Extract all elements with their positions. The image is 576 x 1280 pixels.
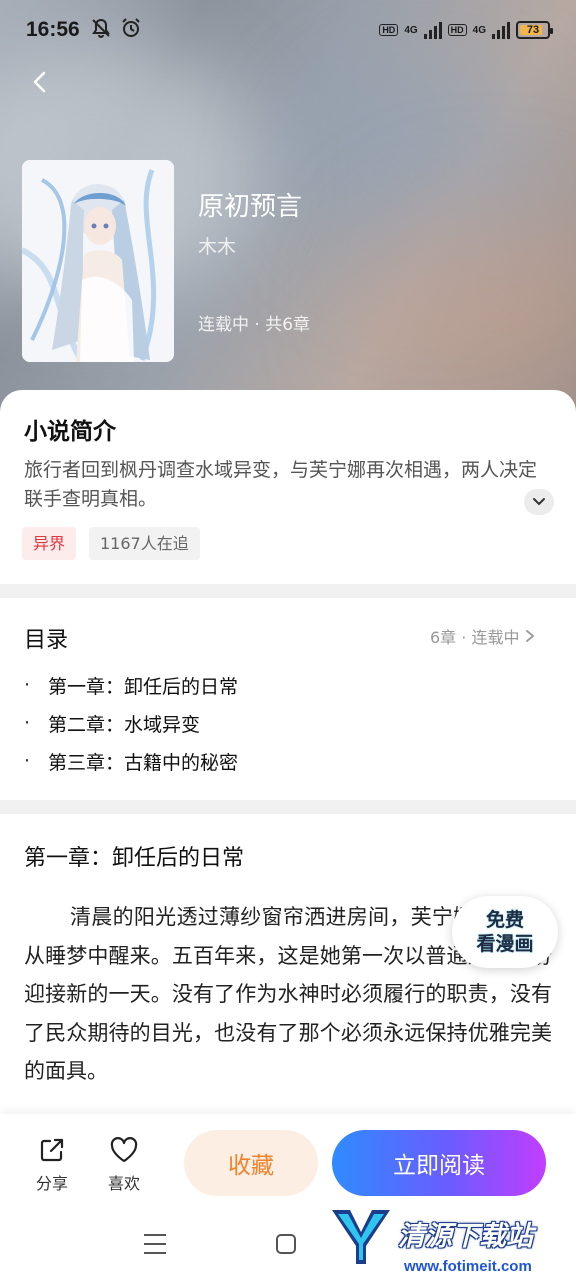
share-label: 分享 xyxy=(35,1174,68,1193)
signal-strength-icon xyxy=(423,21,442,39)
intro-text: 旅行者回到枫丹调查水域异变，与芙宁娜再次相遇，两人决定联手查明真相。 xyxy=(24,459,538,510)
signal-strength-icon-2 xyxy=(492,21,510,39)
chevron-left-icon xyxy=(33,71,46,93)
battery-level: 73 xyxy=(526,24,540,36)
book-title: 原初预言 xyxy=(198,192,303,222)
section-divider xyxy=(0,584,576,598)
book-author[interactable]: 木木 xyxy=(198,232,236,259)
hd-icon-2: HD xyxy=(447,24,467,36)
status-time: 16:56 xyxy=(26,18,80,41)
alarm-clock-icon xyxy=(120,17,142,43)
toc-meta-text: 6章 · 连载中 xyxy=(430,628,520,647)
free-comic-line2: 看漫画 xyxy=(476,933,534,955)
toc-heading: 目录 xyxy=(24,628,69,653)
intro-heading: 小说简介 xyxy=(24,419,116,445)
followers-tag: 1167人在追 xyxy=(89,527,200,560)
network-type-label-2: 4G xyxy=(472,24,486,36)
favorite-button[interactable]: 收藏 xyxy=(184,1130,318,1196)
chevron-right-icon xyxy=(526,630,535,642)
toc-more-link[interactable]: 6章 · 连载中 xyxy=(430,624,535,648)
read-now-button[interactable]: 立即阅读 xyxy=(332,1130,546,1196)
mute-bell-icon xyxy=(90,17,112,43)
status-bar: 16:56 HD 4G HD 4G 73 xyxy=(0,0,576,60)
back-button[interactable] xyxy=(22,64,58,100)
bottom-action-bar: 分享 喜欢 收藏 立即阅读 xyxy=(0,1114,576,1214)
like-label: 喜欢 xyxy=(107,1174,140,1193)
watermark-logo-icon xyxy=(330,1206,392,1268)
genre-tag[interactable]: 异界 xyxy=(22,527,77,560)
hd-icon: HD xyxy=(379,24,399,36)
watermark-name: 清源下载站 xyxy=(398,1221,533,1252)
toc-list: · 第一章：卸任后的日常 · 第二章：水域异变 · 第三章：古籍中的秘密 xyxy=(24,666,238,780)
toc-item[interactable]: · 第三章：古籍中的秘密 xyxy=(24,742,238,780)
section-divider-2 xyxy=(0,800,576,814)
heart-icon xyxy=(110,1137,138,1163)
home-icon[interactable] xyxy=(276,1234,296,1254)
network-type-label: 4G xyxy=(404,24,418,36)
share-icon xyxy=(40,1138,64,1162)
book-cover-image[interactable] xyxy=(22,160,174,362)
recent-apps-icon[interactable] xyxy=(144,1234,166,1261)
free-comic-line1: 免费 xyxy=(485,909,524,931)
expand-intro-button[interactable] xyxy=(524,489,554,515)
share-button[interactable]: 分享 xyxy=(27,1136,77,1194)
free-comic-badge[interactable]: 免费 看漫画 xyxy=(452,896,558,968)
toc-item-label: 第一章：卸任后的日常 xyxy=(48,675,239,698)
battery-icon: 73 xyxy=(516,21,553,39)
chapter-title: 第一章：卸任后的日常 xyxy=(24,846,245,871)
toc-item[interactable]: · 第一章：卸任后的日常 xyxy=(24,666,238,704)
chevron-down-icon xyxy=(533,498,545,506)
book-status: 连载中 · 共6章 xyxy=(198,315,311,335)
toc-item[interactable]: · 第二章：水域异变 xyxy=(24,704,238,742)
watermark-url: www.fotimeit.com xyxy=(404,1258,532,1275)
toc-item-label: 第三章：古籍中的秘密 xyxy=(48,751,239,774)
toc-item-label: 第二章：水域异变 xyxy=(48,713,201,736)
like-button[interactable]: 喜欢 xyxy=(99,1136,149,1194)
